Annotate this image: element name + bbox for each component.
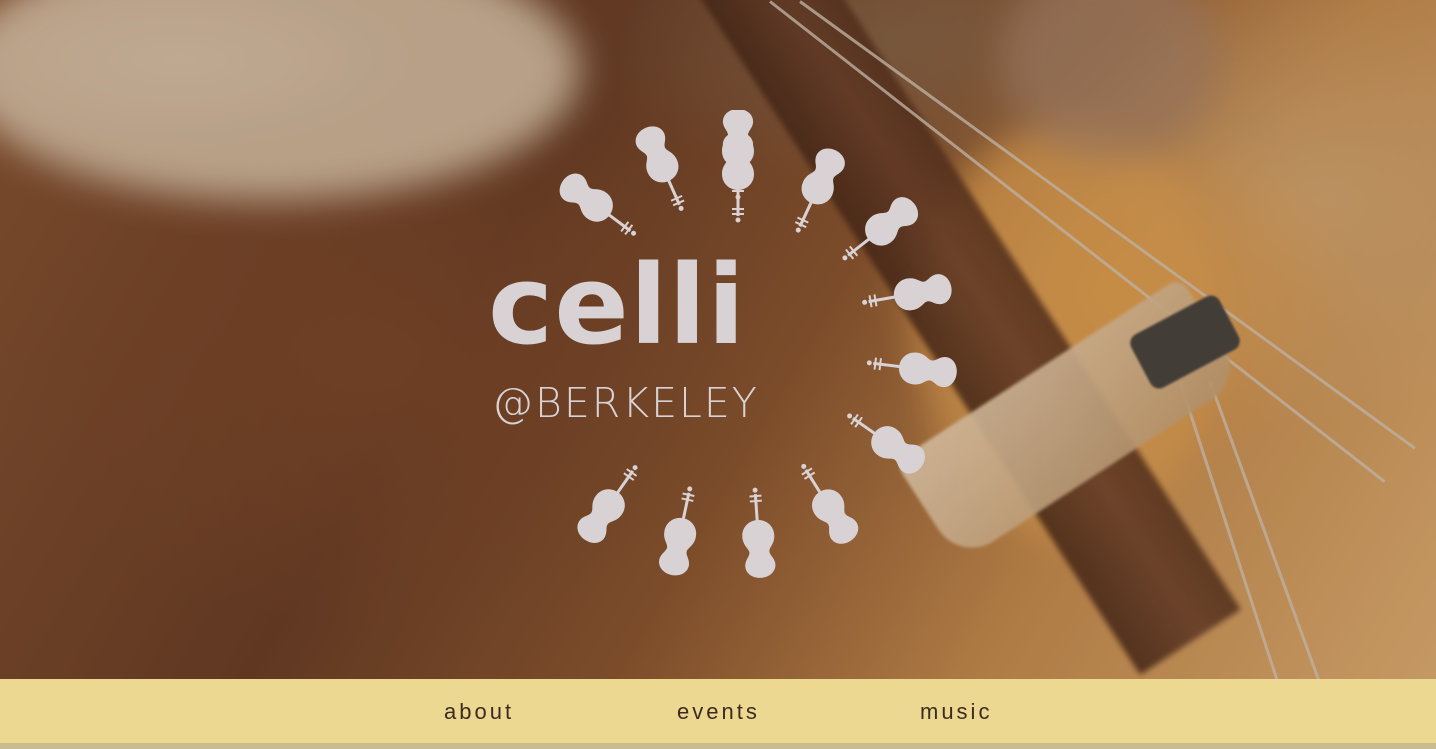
cello-icon	[788, 455, 864, 550]
cello-icon	[655, 483, 706, 579]
cello-icon	[859, 271, 955, 319]
cello-icon	[838, 401, 931, 480]
cello-icon	[833, 191, 925, 273]
nav-bottom-border	[0, 743, 1436, 749]
nav-music-link[interactable]: music	[920, 701, 992, 723]
cello-icon	[738, 486, 778, 580]
logo-subtitle: @BERKELEY	[492, 379, 759, 427]
cello-icon	[553, 167, 646, 248]
cello-icon	[571, 456, 650, 549]
nav-about-link[interactable]: about	[444, 701, 514, 723]
cello-icon	[782, 143, 850, 240]
logo-title: celli	[488, 241, 746, 369]
hero-background: celli @BERKELEY	[0, 0, 1436, 679]
cello-icon	[722, 132, 754, 223]
cello-icon	[864, 346, 959, 390]
nav-events-link[interactable]: events	[677, 701, 760, 723]
cello-icon	[630, 121, 697, 218]
main-nav: about events music	[0, 679, 1436, 743]
